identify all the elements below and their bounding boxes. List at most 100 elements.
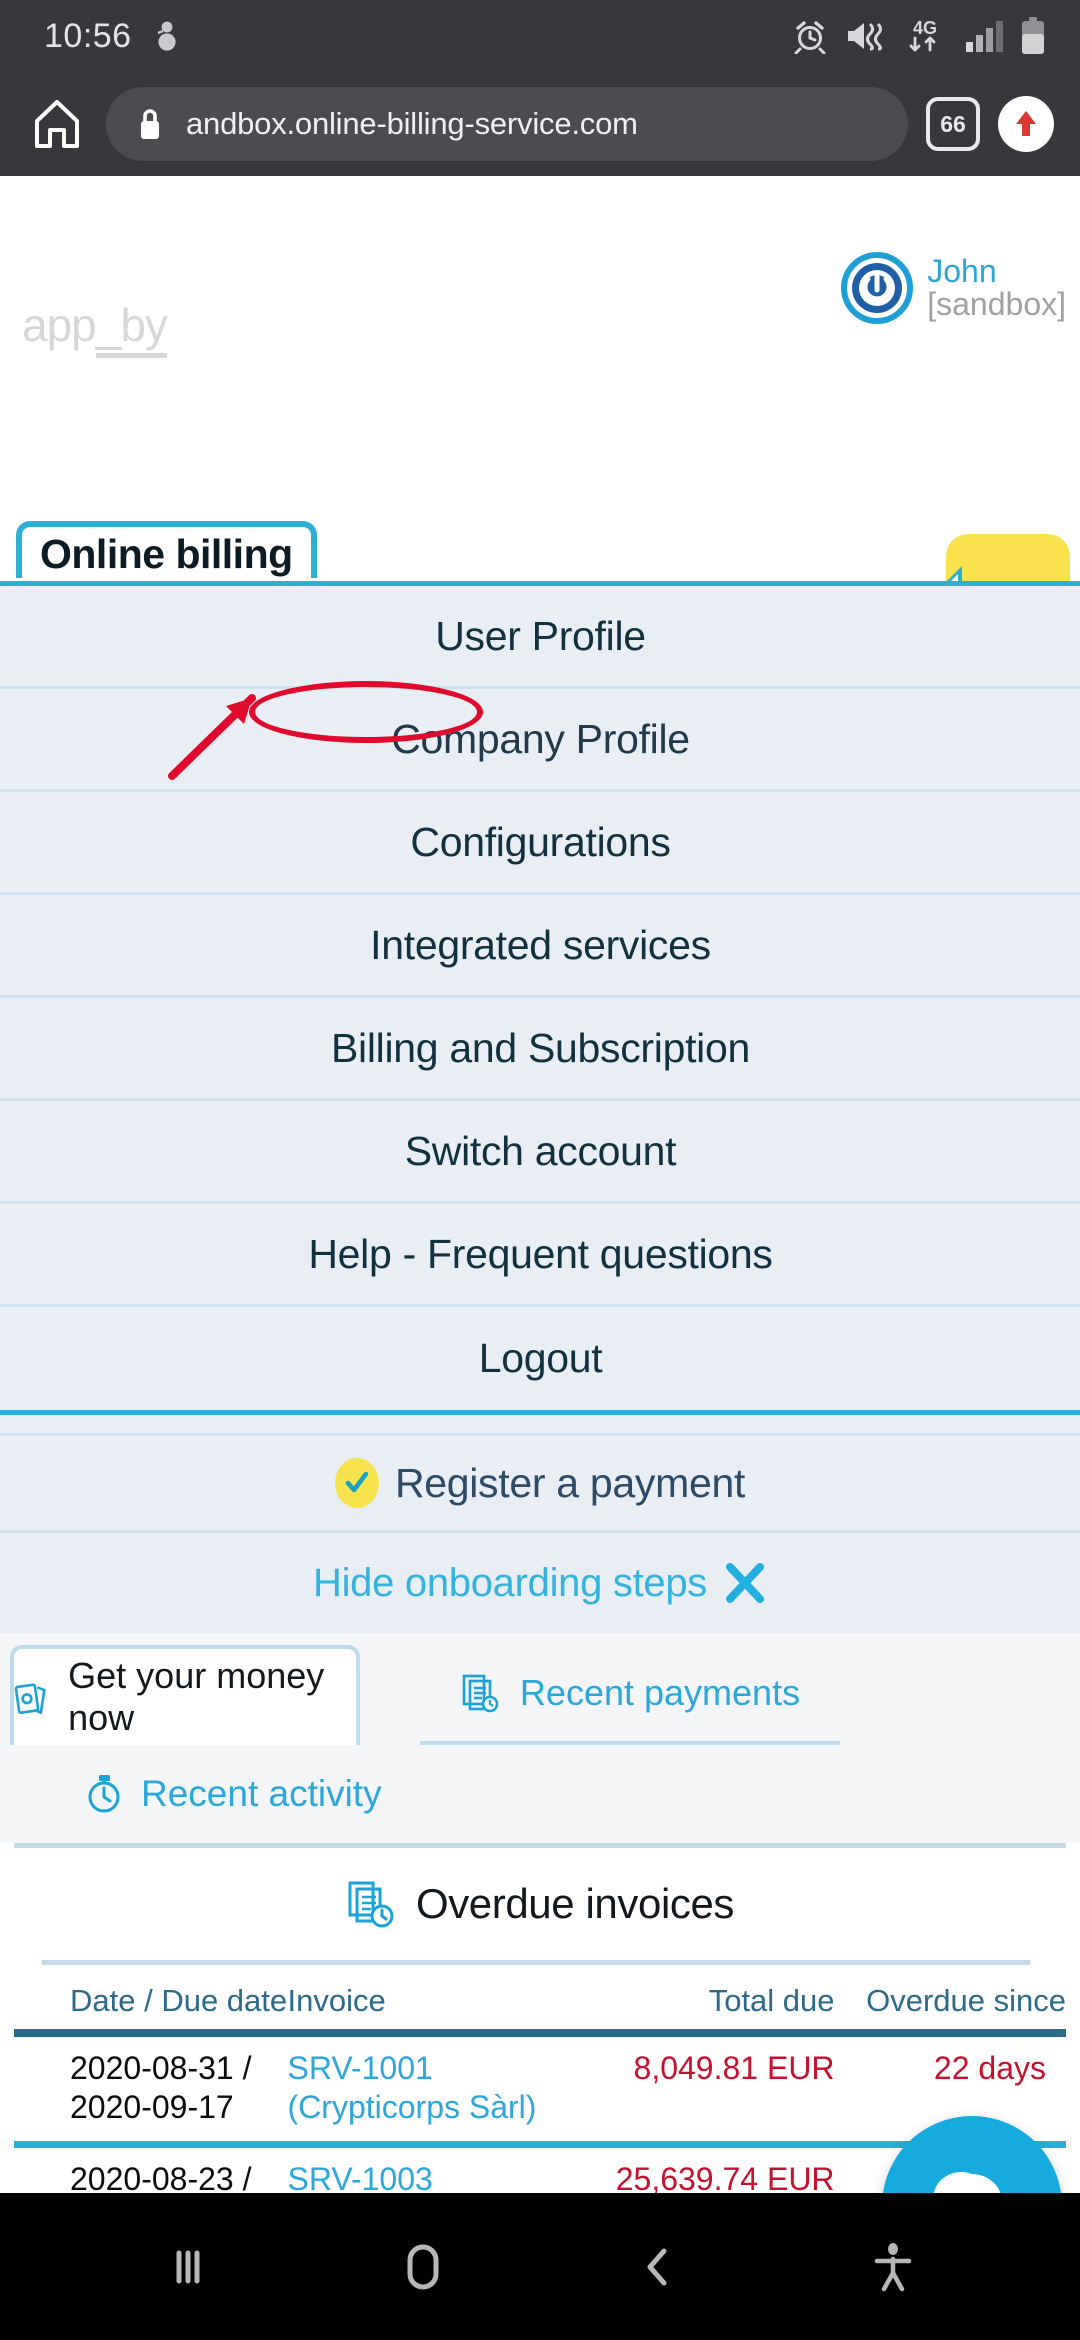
menu-item-switch-account[interactable]: Switch account	[0, 1101, 1080, 1204]
column-header-total-due: Total due	[708, 1983, 835, 2018]
menu-item-integrated-services[interactable]: Integrated services	[0, 895, 1080, 998]
tab-label: Recent payments	[519, 1672, 801, 1713]
status-bar-left: 10:56	[44, 17, 180, 56]
back-chevron-icon	[647, 2248, 666, 2285]
alarm-icon	[794, 21, 826, 54]
home-button-nav[interactable]	[363, 2217, 483, 2317]
recents-icon	[176, 2250, 199, 2283]
logo-text-secondary: _by	[95, 299, 168, 358]
column-header-invoice: Invoice	[287, 1983, 386, 2018]
tab-counter-button[interactable]: 66	[926, 97, 980, 151]
close-x-icon	[725, 1563, 764, 1603]
home-circle-icon	[407, 2244, 438, 2289]
user-environment: [sandbox]	[927, 286, 1066, 322]
status-bar-right: 4G	[792, 16, 1046, 56]
power-logo-icon	[841, 252, 914, 324]
onboarding-steps-panel: Register a payment Hide onboarding steps	[0, 1414, 1080, 1633]
onboarding-register-payment-label: Register a payment	[394, 1459, 746, 1506]
logo-text-primary: app	[22, 299, 97, 351]
menu-item-logout[interactable]: Logout	[0, 1307, 1080, 1410]
web-page-viewport: app_by John [sandbox] Online billing Get…	[0, 176, 1080, 2193]
cell-date: 2020-08-23 / 2020-09-17	[14, 2145, 288, 2193]
onboarding-register-payment[interactable]: Register a payment	[0, 1436, 1080, 1533]
menu-item-configurations[interactable]: Configurations	[0, 792, 1080, 895]
user-name: John	[927, 253, 997, 290]
status-bar-clock: 10:56	[44, 16, 132, 55]
mute-vibrate-icon	[848, 22, 882, 51]
dashboard-tabs: Get your money now Recent payments	[0, 1635, 1080, 1745]
dashboard-content: Get your money now Recent payments Recen…	[0, 1576, 1080, 2193]
cell-issue-date: 2020-08-23 /	[70, 2161, 252, 2193]
battery-icon	[1022, 17, 1044, 54]
menu-item-help-frequent-questions[interactable]: Help - Frequent questions	[0, 1204, 1080, 1307]
check-circle-icon	[334, 1458, 379, 1508]
menu-item-label: Logout	[478, 1335, 603, 1381]
invoices-clock-icon	[348, 1881, 394, 1928]
upload-button[interactable]	[998, 96, 1054, 152]
menu-item-billing-and-subscription[interactable]: Billing and Subscription	[0, 998, 1080, 1101]
column-header-date: Date / Due date	[70, 1983, 288, 2018]
app-by-logo: app_by	[22, 298, 168, 358]
home-button[interactable]	[26, 93, 88, 155]
cell-total-due: 25,639.74 EUR	[615, 2161, 835, 2193]
cell-due-date: 2020-09-17	[70, 2089, 234, 2126]
cell-invoice[interactable]: SRV-1001 (Crypticorps Sàrl)	[288, 2033, 583, 2145]
cash-icon	[14, 1683, 46, 1715]
table-row[interactable]: 2020-08-31 / 2020-09-17 SRV-1001 (Crypti…	[14, 2033, 1066, 2145]
tab-recent-payments[interactable]: Recent payments	[420, 1645, 840, 1745]
cell-invoice[interactable]: SRV-1003 (Crypticorps Sàrl)	[288, 2145, 583, 2193]
menu-item-label: User Profile	[435, 612, 646, 659]
chat-bubble-smile-icon	[933, 2172, 1001, 2193]
menu-item-label: Billing and Subscription	[331, 1024, 750, 1071]
accessibility-icon	[874, 2242, 911, 2291]
recent-activity-link[interactable]: Recent activity	[0, 1745, 1080, 1843]
invoices-icon	[462, 1674, 499, 1713]
url-bar[interactable]: andbox.online-billing-service.com	[106, 87, 908, 161]
cell-date: 2020-08-31 / 2020-09-17	[14, 2033, 288, 2145]
menu-item-label: Help - Frequent questions	[308, 1230, 773, 1277]
tab-label: Get your money now	[68, 1655, 325, 1738]
menu-item-company-profile[interactable]: Company Profile	[0, 689, 1080, 792]
accessibility-button[interactable]	[833, 2217, 953, 2317]
android-status-bar: 10:56 4G	[0, 0, 1080, 72]
cell-invoice-company: (Crypticorps Sàrl)	[287, 2089, 537, 2126]
android-navigation-bar	[0, 2193, 1080, 2340]
cell-total-due: 8,049.81 EUR	[633, 2050, 835, 2086]
stopwatch-icon	[88, 1775, 120, 1813]
app-header: app_by John [sandbox] Online billing	[0, 176, 1080, 630]
url-text: andbox.online-billing-service.com	[186, 106, 638, 141]
back-button[interactable]	[598, 2217, 718, 2317]
menu-item-user-profile[interactable]: User Profile	[0, 586, 1080, 689]
hide-onboarding-label: Hide onboarding steps	[313, 1560, 707, 1605]
snowman-icon	[157, 21, 176, 51]
cell-invoice-number: SRV-1003	[287, 2161, 433, 2193]
menu-item-label: Company Profile	[391, 715, 690, 762]
lock-icon	[141, 109, 159, 139]
cell-invoice-number: SRV-1001	[287, 2050, 433, 2086]
tab-get-your-money-now[interactable]: Get your money now	[10, 1645, 360, 1745]
menu-item-label: Configurations	[410, 818, 671, 865]
svg-text:4G: 4G	[913, 18, 937, 38]
menu-item-label: Integrated services	[370, 921, 711, 968]
onboarding-partial-row	[0, 1414, 1080, 1436]
table-header-row: Date / Due date Invoice Total due Overdu…	[14, 1965, 1066, 2033]
user-name-block: John [sandbox]	[927, 255, 1066, 321]
page-title: Online billing	[40, 531, 293, 577]
overdue-invoices-title: Overdue invoices	[415, 1880, 735, 1927]
overdue-invoices-card: Overdue invoices Date / Due date Invoice…	[14, 1843, 1066, 2193]
4g-data-icon: 4G	[909, 18, 937, 52]
home-icon	[35, 100, 79, 148]
signal-bars-icon	[966, 21, 1003, 52]
user-account-chip[interactable]: John [sandbox]	[841, 252, 1066, 324]
column-header-overdue-since: Overdue since	[866, 1983, 1066, 2018]
cell-issue-date: 2020-08-31 /	[70, 2050, 252, 2086]
account-dropdown-menu: User Profile Company Profile Configurati…	[0, 581, 1080, 1415]
hide-onboarding-steps-button[interactable]: Hide onboarding steps	[0, 1533, 1080, 1633]
browser-toolbar: andbox.online-billing-service.com 66	[0, 72, 1080, 176]
recent-activity-label: Recent activity	[141, 1773, 382, 1814]
overdue-invoices-title-row: Overdue invoices	[14, 1848, 1066, 1960]
menu-item-label: Switch account	[404, 1127, 677, 1174]
upload-arrow-icon	[1016, 111, 1036, 136]
page-title-tab: Online billing	[16, 521, 317, 578]
recents-button[interactable]	[128, 2217, 248, 2317]
